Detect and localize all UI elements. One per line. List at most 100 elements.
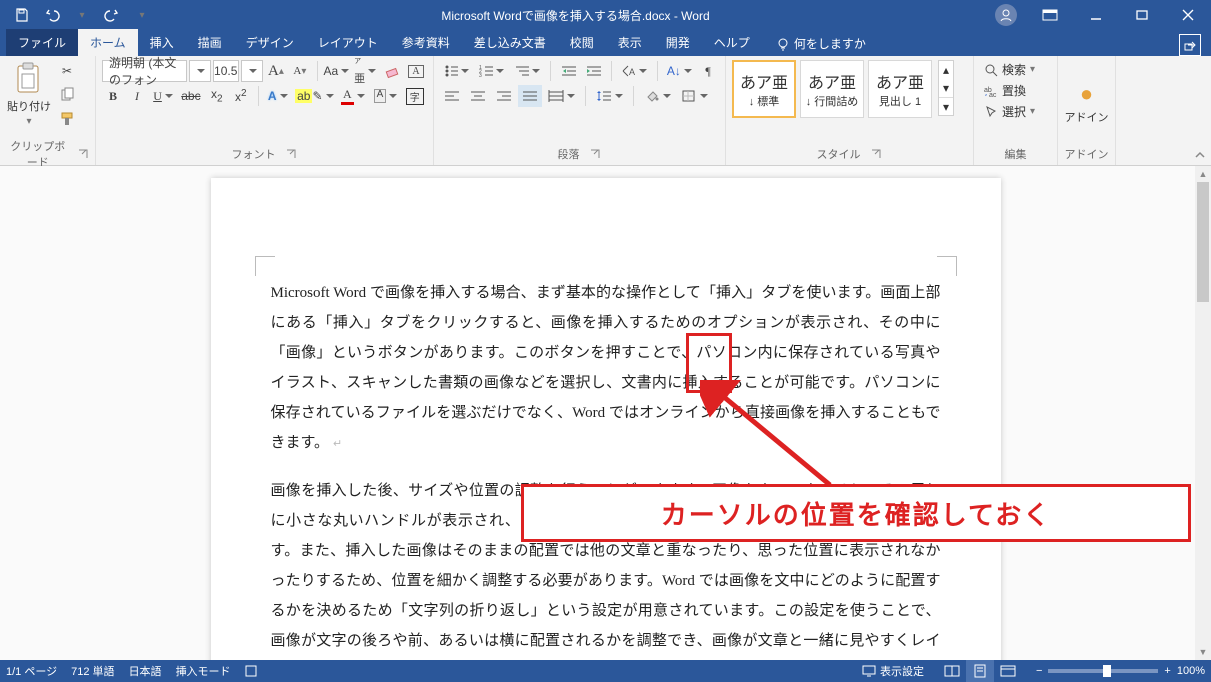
phonetic-guide-button[interactable]: ア亜 — [351, 60, 379, 82]
account-avatar[interactable] — [995, 4, 1017, 26]
tab-review[interactable]: 校閲 — [558, 29, 606, 56]
autosave-icon[interactable] — [8, 1, 36, 29]
grow-font-button[interactable]: A▴ — [265, 60, 287, 82]
sort-button[interactable]: A↓ — [664, 60, 695, 82]
bold-button[interactable]: B — [102, 85, 124, 107]
copy-button[interactable] — [55, 84, 79, 106]
style-gallery-spinner[interactable]: ▴ ▾ ▾ — [938, 60, 954, 116]
italic-button[interactable]: I — [126, 85, 148, 107]
character-shading-button[interactable]: A — [370, 85, 401, 107]
document-area[interactable]: Microsoft Word で画像を挿入する場合、まず基本的な操作として「挿入… — [0, 166, 1211, 660]
maximize-button[interactable] — [1119, 0, 1165, 30]
status-language[interactable]: 日本語 — [129, 663, 162, 679]
status-words[interactable]: 712 単語 — [71, 663, 114, 679]
clipboard-dialog-launcher[interactable] — [77, 147, 89, 161]
font-color-button[interactable]: A — [338, 85, 368, 107]
highlight-button[interactable]: ab✎ — [293, 85, 336, 107]
view-read-mode[interactable] — [938, 660, 966, 682]
tab-design[interactable]: デザイン — [234, 29, 306, 56]
decrease-indent-button[interactable] — [557, 60, 580, 82]
style-normal[interactable]: あア亜 ↓ 標準 — [732, 60, 796, 118]
tab-insert[interactable]: 挿入 — [138, 29, 186, 56]
zoom-out-button[interactable]: − — [1036, 665, 1042, 677]
tab-references[interactable]: 参考資料 — [390, 29, 462, 56]
align-justify-button[interactable] — [518, 85, 542, 107]
view-web-layout[interactable] — [994, 660, 1022, 682]
tab-help[interactable]: ヘルプ — [702, 29, 762, 56]
zoom-slider[interactable] — [1048, 669, 1158, 673]
style-heading1[interactable]: あア亜 見出し 1 — [868, 60, 932, 118]
tab-file[interactable]: ファイル — [6, 29, 78, 56]
increase-indent-button[interactable] — [582, 60, 605, 82]
document-body[interactable]: Microsoft Word で画像を挿入する場合、まず基本的な操作として「挿入… — [271, 278, 941, 660]
clear-formatting-button[interactable] — [381, 60, 403, 82]
minimize-button[interactable] — [1073, 0, 1119, 30]
tab-draw[interactable]: 描画 — [186, 29, 234, 56]
close-button[interactable] — [1165, 0, 1211, 30]
tab-layout[interactable]: レイアウト — [306, 29, 390, 56]
share-button[interactable] — [1179, 34, 1201, 56]
collapse-ribbon-button[interactable] — [1193, 148, 1207, 162]
status-insert-mode[interactable]: 挿入モード — [176, 663, 231, 679]
undo-button[interactable] — [38, 1, 66, 29]
show-marks-button[interactable]: ¶ — [697, 60, 719, 82]
shading-button[interactable] — [640, 85, 675, 107]
font-name-combo[interactable]: 游明朝 (本文のフォン — [102, 60, 187, 82]
addins-button[interactable]: ● アドイン — [1064, 81, 1110, 125]
tab-developer[interactable]: 開発 — [654, 29, 702, 56]
scroll-down-button[interactable]: ▼ — [1195, 644, 1211, 660]
line-spacing-button[interactable] — [592, 85, 627, 107]
bullets-button[interactable] — [440, 60, 473, 82]
align-left-button[interactable] — [440, 85, 464, 107]
shrink-font-button[interactable]: A▾ — [289, 60, 311, 82]
underline-button[interactable]: U — [150, 85, 176, 107]
cut-button[interactable]: ✂ — [55, 60, 79, 82]
align-center-button[interactable] — [466, 85, 490, 107]
status-accessibility[interactable] — [245, 665, 257, 677]
numbering-button[interactable]: 123 — [475, 60, 508, 82]
style-no-spacing[interactable]: あア亜 ↓ 行間詰め — [800, 60, 864, 118]
font-size-combo[interactable]: 10.5 — [213, 60, 239, 82]
align-right-button[interactable] — [492, 85, 516, 107]
tell-me-search[interactable]: 何をしますか — [770, 31, 872, 56]
select-button[interactable]: 選択▾ — [980, 102, 1051, 121]
page[interactable]: Microsoft Word で画像を挿入する場合、まず基本的な操作として「挿入… — [211, 178, 1001, 660]
character-border-button[interactable]: 字 — [403, 85, 428, 107]
font-name-dropdown[interactable] — [189, 60, 211, 82]
paragraph-2[interactable]: 画像を挿入した後、サイズや位置の調整を行うことができます。画像をクリックすると、… — [271, 476, 941, 660]
text-effects-button[interactable]: A — [265, 85, 291, 107]
undo-dropdown[interactable]: ▾ — [68, 1, 96, 29]
paragraph-dialog-launcher[interactable] — [588, 147, 602, 161]
enclose-characters-button[interactable]: A — [405, 60, 427, 82]
display-settings-button[interactable]: 表示設定 — [862, 663, 924, 679]
subscript-button[interactable]: x2 — [206, 85, 228, 107]
asian-layout-button[interactable]: A — [617, 60, 650, 82]
status-page[interactable]: 1/1 ページ — [6, 663, 57, 679]
more-icon[interactable]: ▾ — [939, 97, 953, 115]
borders-button[interactable] — [677, 85, 712, 107]
replace-button[interactable]: abac 置換 — [980, 81, 1051, 100]
multilevel-list-button[interactable] — [510, 60, 543, 82]
tab-mailings[interactable]: 差し込み文書 — [462, 29, 558, 56]
font-dialog-launcher[interactable] — [284, 147, 298, 161]
qat-customize[interactable]: ▾ — [128, 1, 156, 29]
font-size-dropdown[interactable] — [241, 60, 263, 82]
chevron-down-icon[interactable]: ▾ — [939, 79, 953, 97]
find-button[interactable]: 検索▾ — [980, 60, 1051, 79]
zoom-slider-thumb[interactable] — [1103, 665, 1111, 677]
vertical-scrollbar[interactable]: ▲ ▼ — [1195, 166, 1211, 660]
tab-home[interactable]: ホーム — [78, 29, 138, 56]
strikethrough-button[interactable]: abc — [178, 85, 204, 107]
paragraph-1[interactable]: Microsoft Word で画像を挿入する場合、まず基本的な操作として「挿入… — [271, 278, 941, 458]
styles-dialog-launcher[interactable] — [869, 147, 883, 161]
ribbon-display-options[interactable] — [1027, 0, 1073, 30]
paste-button[interactable]: 貼り付け ▾ — [6, 60, 52, 120]
superscript-button[interactable]: x2 — [230, 85, 252, 107]
zoom-value[interactable]: 100% — [1177, 665, 1205, 677]
distributed-button[interactable] — [544, 85, 579, 107]
tab-view[interactable]: 表示 — [606, 29, 654, 56]
change-case-button[interactable]: Aa — [324, 60, 350, 82]
zoom-in-button[interactable]: + — [1164, 665, 1170, 677]
redo-button[interactable] — [98, 1, 126, 29]
view-print-layout[interactable] — [966, 660, 994, 682]
